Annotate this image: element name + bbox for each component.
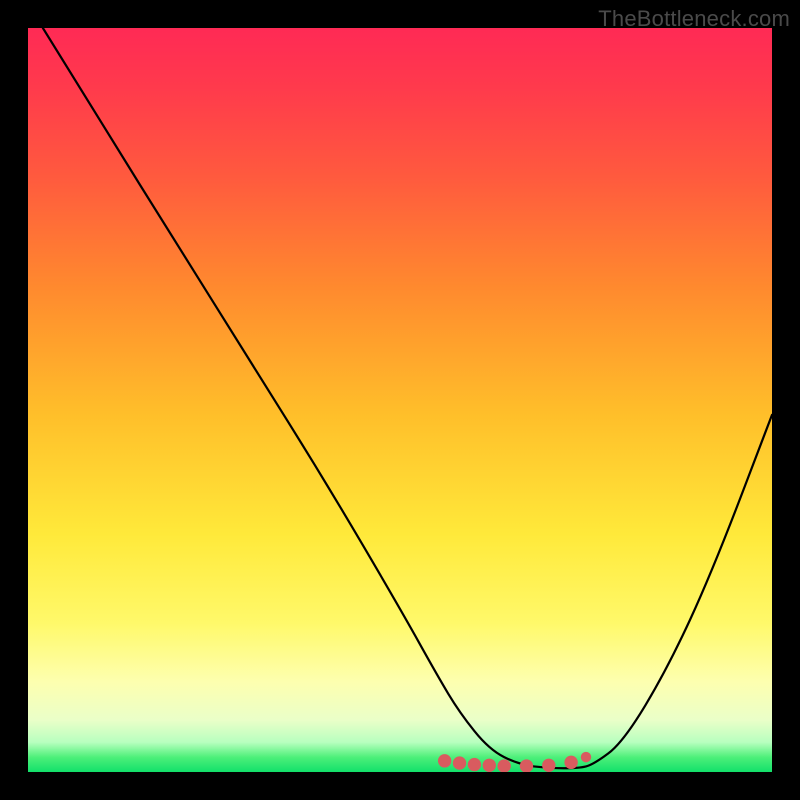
marker-dot [581,752,591,762]
marker-dot [542,759,555,772]
marker-dot [468,758,481,771]
chart-overlay [28,28,772,772]
marker-dot [564,756,577,769]
marker-dot [438,754,451,767]
bottleneck-curve [43,28,772,768]
marker-dot [453,756,466,769]
chart-frame: TheBottleneck.com [0,0,800,800]
marker-dot [483,759,496,772]
plot-area [28,28,772,772]
marker-dot [497,759,510,772]
marker-dot [520,759,533,772]
